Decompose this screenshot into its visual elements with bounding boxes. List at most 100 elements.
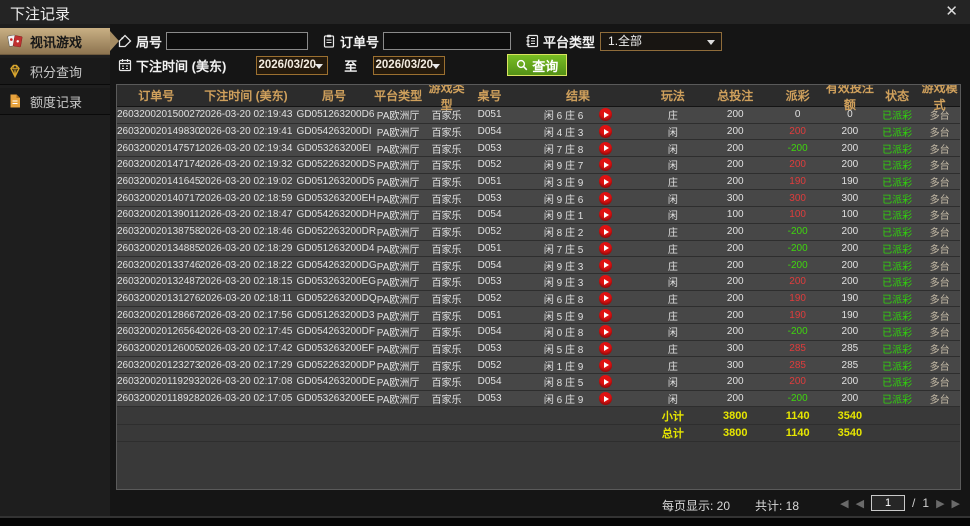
- round-number-input[interactable]: [166, 32, 309, 50]
- play-video-icon[interactable]: [599, 141, 613, 155]
- cell-valid-bet: 285: [841, 359, 859, 371]
- cell-valid-bet: 200: [841, 126, 859, 138]
- pagination-bar: 每页显示: 20 共计: 18 ◀ ◀ / 1 ▶ ▶: [110, 490, 970, 518]
- next-page-icon[interactable]: ▶: [936, 497, 944, 510]
- play-video-icon[interactable]: [599, 341, 613, 355]
- cell-game-mode: 多台: [929, 194, 950, 206]
- play-video-icon[interactable]: [599, 325, 613, 339]
- cell-table-number: D053: [477, 276, 502, 288]
- sidebar-item-label: 额度记录: [30, 94, 83, 110]
- last-page-icon[interactable]: ▶: [952, 497, 960, 510]
- cell-order-number: 260320020138758: [117, 226, 201, 238]
- cell-result: 闲 0 庄 8: [511, 324, 646, 339]
- play-video-icon[interactable]: [599, 208, 613, 222]
- cell-game-mode: 多台: [929, 328, 950, 340]
- cell-platform: PA欧洲厅: [376, 278, 420, 290]
- play-video-icon[interactable]: [599, 375, 613, 389]
- play-video-icon[interactable]: [599, 125, 613, 139]
- cell-play-type: 庄: [667, 311, 678, 323]
- sidebar-item-points-query[interactable]: 积分查询: [0, 58, 110, 85]
- betting-records-dialog: 下注记录 ✕ 视讯游戏 积分查询 额度记录 局号 订单号 平台类型 1.全部 下…: [0, 0, 970, 526]
- cell-bet-time: 2026-03-20 02:19:43: [199, 109, 293, 121]
- cell-game-mode: 多台: [929, 161, 950, 173]
- prev-page-icon[interactable]: ◀: [856, 497, 864, 510]
- platform-type-select[interactable]: 1.全部: [600, 31, 723, 51]
- cell-order-number: 260320020139011: [117, 209, 200, 221]
- play-video-icon[interactable]: [599, 291, 613, 305]
- column-header: 局号: [322, 89, 347, 103]
- play-video-icon[interactable]: [599, 175, 613, 189]
- play-video-icon[interactable]: [599, 392, 613, 406]
- cell-platform: PA欧洲厅: [376, 228, 420, 240]
- play-video-icon[interactable]: [599, 358, 613, 372]
- cell-table-number: D052: [477, 359, 502, 371]
- cell-bet-time: 2026-03-20 02:17:29: [199, 359, 293, 371]
- table-row: 260320020138758 2026-03-20 02:18:46 GD0522…: [117, 223, 960, 241]
- cell-payout: 285: [789, 359, 806, 371]
- cell-bet-time: 2026-03-20 02:18:59: [199, 192, 293, 204]
- filter-row-1: 局号 订单号 平台类型 1.全部: [118, 31, 723, 51]
- play-video-icon[interactable]: [599, 308, 613, 322]
- play-video-icon[interactable]: [599, 158, 613, 172]
- bets-table: 订单号 下注时间 (美东) 局号 平台类型 游戏类型 桌号 结果 玩法 总投注 派彩 有效投注额 状态…: [116, 84, 961, 490]
- page-number-input[interactable]: [871, 495, 906, 511]
- cell-game-type: 百家乐: [431, 311, 462, 323]
- date-from-picker[interactable]: 2026/03/20: [256, 55, 329, 75]
- result-text: 闲 0 庄 8: [543, 328, 584, 340]
- play-video-icon[interactable]: [599, 225, 613, 239]
- page-separator: /: [912, 496, 916, 510]
- sidebar-item-video-games[interactable]: 视讯游戏: [0, 28, 110, 55]
- cell-bet-time: 2026-03-20 02:17:45: [199, 326, 293, 338]
- first-page-icon[interactable]: ◀: [840, 497, 848, 510]
- order-number-input[interactable]: [383, 32, 512, 50]
- cell-table-number: D052: [477, 292, 502, 304]
- cell-bet-time: 2026-03-20 02:19:32: [199, 159, 293, 171]
- cell-table-number: D052: [477, 159, 502, 171]
- play-video-icon[interactable]: [599, 258, 613, 272]
- play-video-icon[interactable]: [599, 241, 613, 255]
- sidebar-item-quota-records[interactable]: 额度记录: [0, 88, 110, 115]
- table-row: 260320020131276 2026-03-20 02:18:11 GD0522…: [117, 290, 960, 308]
- table-row: 260320020118928 2026-03-20 02:17:05 GD0532…: [117, 390, 960, 408]
- play-video-icon[interactable]: [599, 191, 613, 205]
- cell-game-mode: 多台: [929, 395, 950, 407]
- cell-total-bet: 300: [726, 192, 744, 204]
- cell-status: 已派彩: [882, 311, 913, 323]
- play-video-icon[interactable]: [599, 275, 613, 289]
- cell-valid-bet: 200: [841, 159, 859, 171]
- table-row: 260320020126564 2026-03-20 02:17:45 GD0542…: [117, 323, 960, 341]
- result-text: 闲 8 庄 5: [543, 378, 584, 390]
- column-header: 总投注: [717, 89, 754, 103]
- query-button[interactable]: 查询: [507, 54, 568, 76]
- result-text: 闲 3 庄 9: [543, 178, 584, 190]
- cell-valid-bet: 285: [841, 342, 859, 354]
- cell-game-type: 百家乐: [431, 395, 462, 407]
- table-row: 260320020150027 2026-03-20 02:19:43 GD0512…: [117, 107, 960, 124]
- cell-game-mode: 多台: [929, 178, 950, 190]
- cell-result: 闲 9 庄 3: [511, 274, 646, 289]
- cell-bet-time: 2026-03-20 02:17:08: [199, 376, 293, 388]
- cell-game-type: 百家乐: [431, 244, 462, 256]
- cell-result: 闲 6 庄 8: [511, 291, 646, 306]
- cell-game-type: 百家乐: [431, 361, 462, 373]
- cell-platform: PA欧洲厅: [376, 144, 420, 156]
- play-video-icon[interactable]: [599, 108, 613, 122]
- cell-payout: 200: [789, 376, 806, 388]
- cell-result: 闲 5 庄 9: [511, 308, 646, 323]
- cell-platform: PA欧洲厅: [376, 344, 420, 356]
- close-icon[interactable]: ✕: [945, 3, 958, 21]
- cell-platform: PA欧洲厅: [376, 328, 420, 340]
- per-page-label: 每页显示: 20: [662, 499, 731, 513]
- date-to-picker[interactable]: 2026/03/20: [373, 55, 446, 75]
- cell-total-bet: 200: [726, 176, 744, 188]
- cell-platform: PA欧洲厅: [376, 244, 420, 256]
- table-row: 260320020133746 2026-03-20 02:18:22 GD0542…: [117, 257, 960, 274]
- cell-status: 已派彩: [882, 361, 913, 373]
- cell-bet-time: 2026-03-20 02:17:05: [199, 393, 293, 405]
- table-row: 260320020139011 2026-03-20 02:18:47 GD0542…: [117, 207, 960, 224]
- table-header: 订单号 下注时间 (美东) 局号 平台类型 游戏类型 桌号 结果 玩法 总投注 派彩 有效投注额 状态…: [117, 85, 960, 112]
- cell-play-type: 闲: [667, 211, 678, 223]
- cell-payout: -200: [787, 326, 808, 338]
- cell-play-type: 庄: [667, 244, 678, 256]
- sidebar-item-label: 视讯游戏: [30, 34, 83, 50]
